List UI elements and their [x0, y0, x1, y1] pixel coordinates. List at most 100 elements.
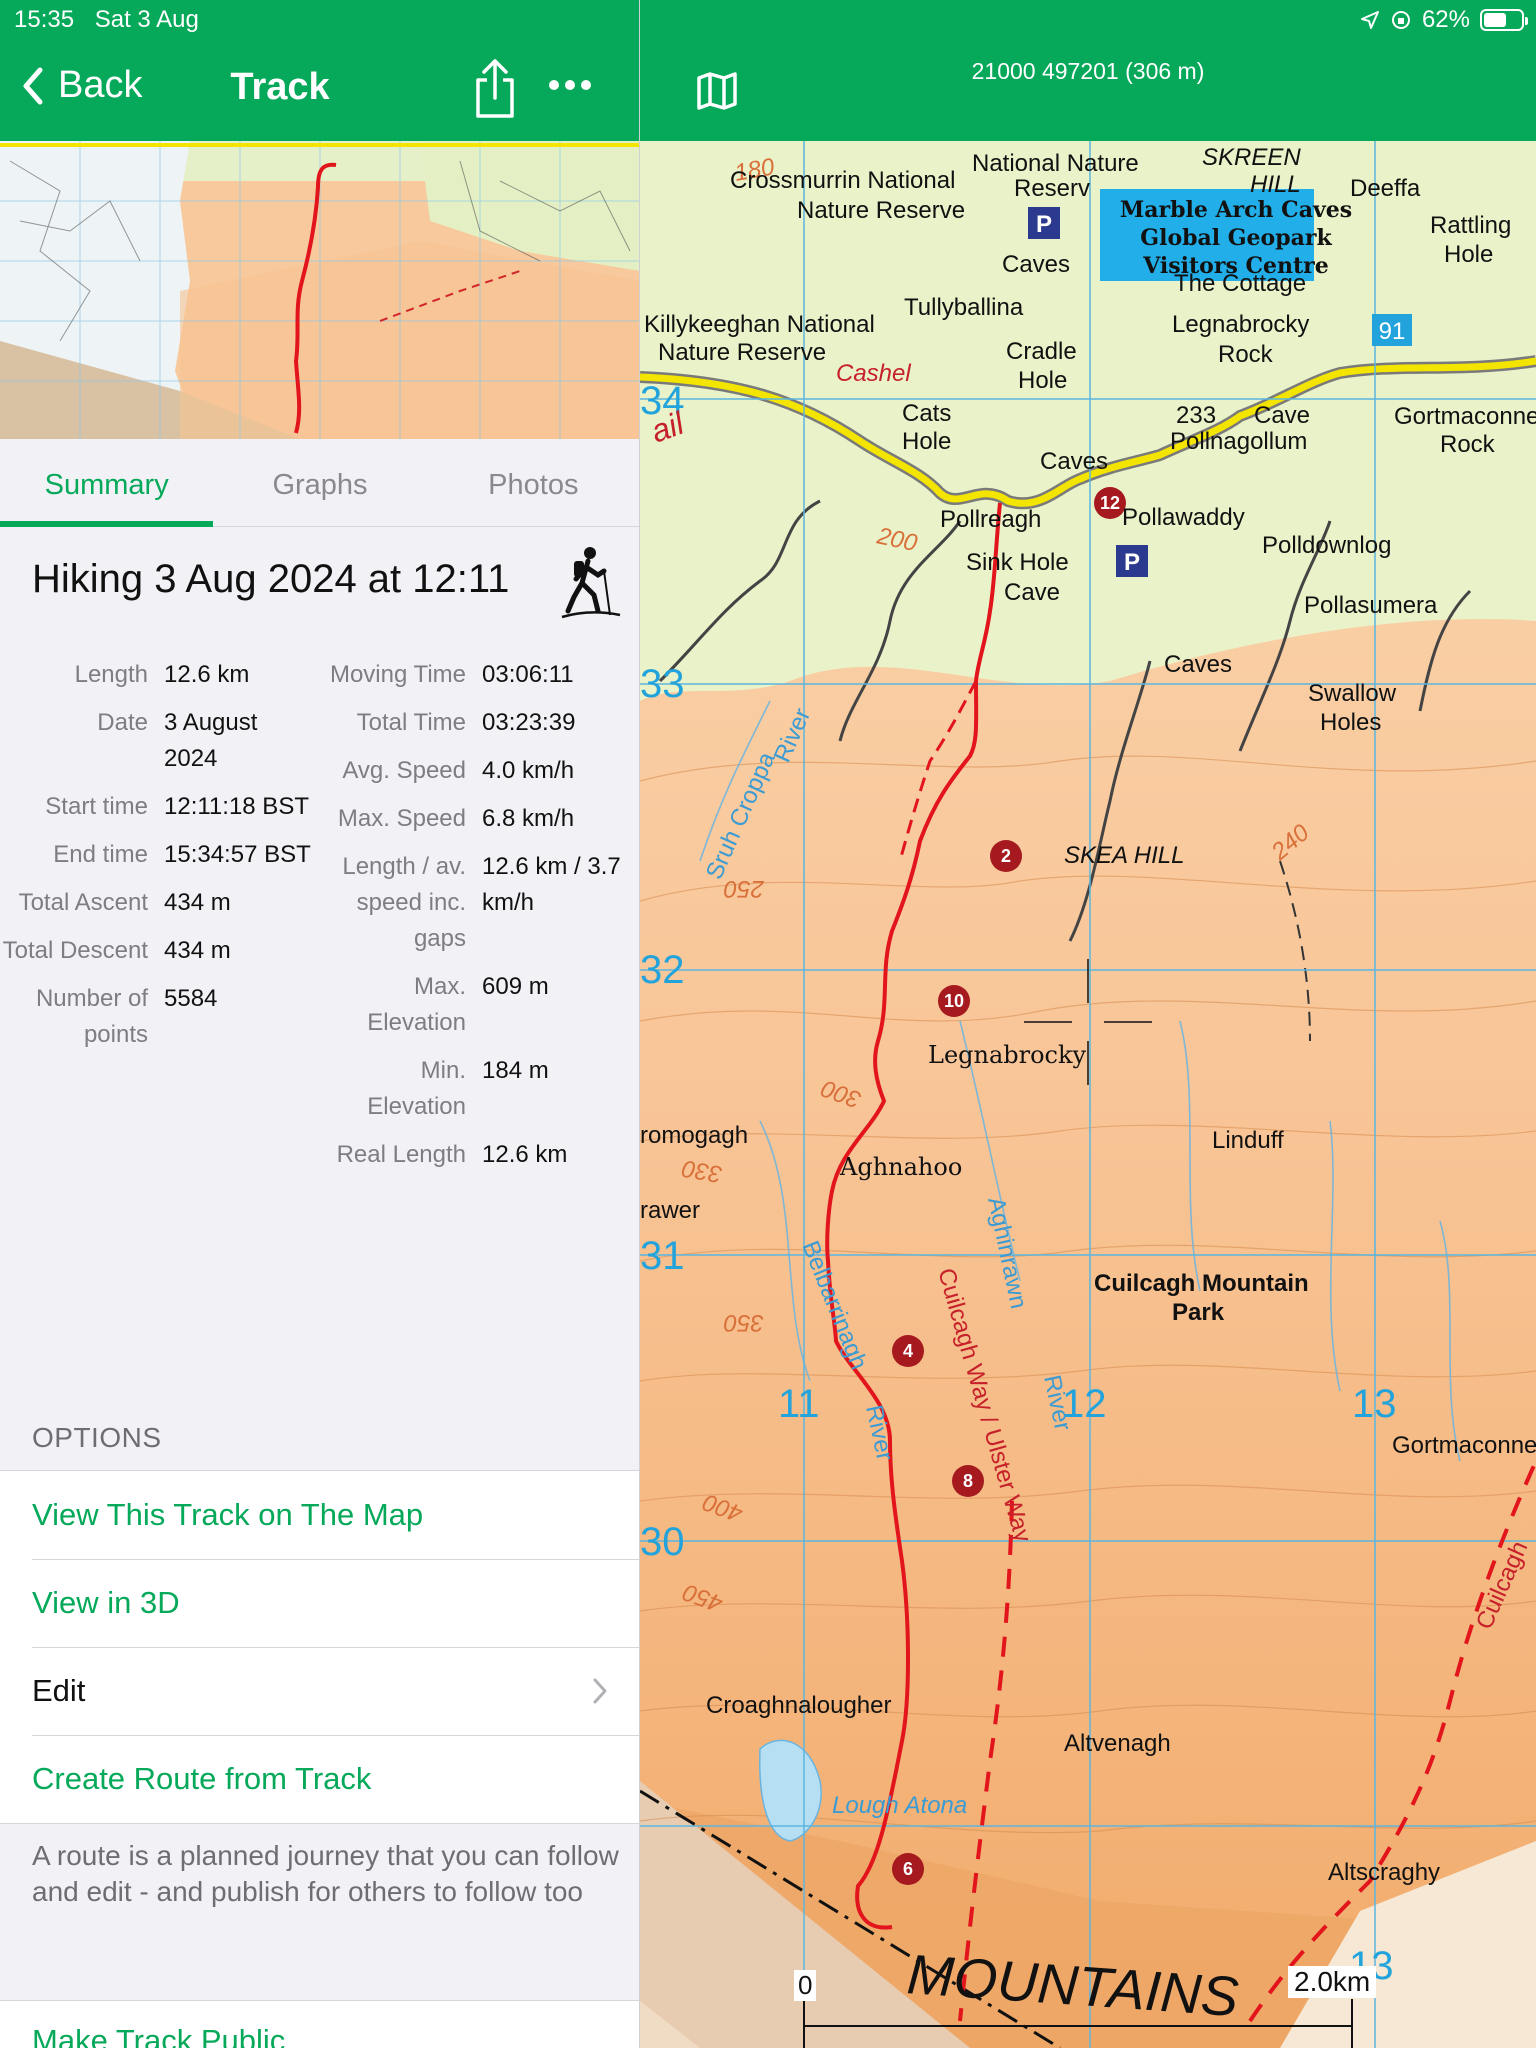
waypoint-marker[interactable]: 2	[990, 840, 1022, 872]
map-coordinates: 21000 497201 (306 m)	[971, 58, 1205, 84]
stat-label: Total Time	[356, 709, 466, 736]
tab-summary[interactable]: Summary	[0, 439, 214, 527]
stat-value: 434 m	[164, 889, 231, 916]
svg-text:Cats: Cats	[902, 400, 951, 427]
status-time: 15:35	[14, 6, 75, 33]
stat-value: 03:23:39	[482, 709, 576, 736]
stat-label: Date	[97, 709, 148, 736]
share-button[interactable]	[472, 58, 518, 125]
svg-text:Park: Park	[1172, 1299, 1225, 1326]
stat-row: Length / av. speed inc. gaps 12.6 km / 3.…	[320, 849, 639, 957]
stat-value: 03:06:11	[482, 661, 574, 688]
svg-text:Cave: Cave	[1254, 402, 1310, 429]
svg-text:Tullyballina: Tullyballina	[904, 294, 1024, 321]
battery-percent: 62%	[1421, 6, 1470, 33]
svg-text:33: 33	[640, 662, 685, 706]
track-title: Hiking 3 Aug 2024 at 12:11	[32, 557, 510, 601]
waypoint-marker[interactable]: 10	[938, 985, 970, 1017]
stat-label: Number of points	[35, 985, 148, 1048]
status-bar: 15:35 Sat 3 Aug 62%	[0, 0, 1536, 38]
tab-photos[interactable]: Photos	[427, 439, 639, 526]
svg-text:Altscraghy: Altscraghy	[1328, 1859, 1440, 1886]
svg-text:romogagh: romogagh	[640, 1122, 748, 1149]
parking-icon: P	[1116, 545, 1148, 577]
stat-row: Number of points 5584	[0, 981, 320, 1053]
svg-text:10: 10	[944, 991, 964, 1011]
svg-text:6: 6	[903, 1859, 913, 1879]
svg-text:Caves: Caves	[1164, 651, 1232, 678]
stat-row: Real Length 12.6 km	[320, 1137, 639, 1173]
svg-text:Caves: Caves	[1002, 251, 1070, 278]
svg-text:Reserv: Reserv	[1014, 175, 1090, 202]
svg-text:Polldownlog: Polldownlog	[1262, 532, 1391, 559]
back-label: Back	[58, 64, 143, 106]
svg-text:Pollreagh: Pollreagh	[940, 506, 1041, 533]
rotation-lock-icon	[1391, 11, 1410, 29]
svg-text:Legnabrocky: Legnabrocky	[928, 1041, 1087, 1069]
svg-text:Hole: Hole	[1018, 367, 1067, 394]
stat-row: End time 15:34:57 BST	[0, 837, 320, 873]
waypoint-marker[interactable]: 6	[892, 1853, 924, 1885]
svg-text:rawer: rawer	[640, 1197, 700, 1224]
make-track-public-row[interactable]: Make Track Public	[0, 2000, 639, 2048]
stat-value: 15:34:57 BST	[164, 841, 311, 868]
battery-icon	[1480, 9, 1528, 31]
stat-row: Max. Elevation 609 m	[320, 969, 639, 1041]
stat-label: Avg. Speed	[342, 757, 466, 784]
edit-label: Edit	[32, 1673, 86, 1708]
svg-text:Rattling: Rattling	[1430, 212, 1511, 239]
scale-end-label: 2.0km	[1288, 1966, 1377, 1998]
svg-text:Legnabrocky: Legnabrocky	[1172, 311, 1309, 338]
svg-text:Linduff: Linduff	[1212, 1127, 1284, 1154]
svg-text:4: 4	[903, 1341, 913, 1361]
svg-text:Cave: Cave	[1004, 579, 1060, 606]
stat-label: Total Ascent	[18, 889, 148, 916]
svg-text:Altvenagh: Altvenagh	[1064, 1730, 1171, 1757]
tab-graphs[interactable]: Graphs	[213, 439, 426, 526]
stat-row: Length 12.6 km	[0, 657, 320, 693]
stat-label: Moving Time	[329, 661, 466, 688]
svg-text:8: 8	[963, 1471, 973, 1491]
svg-text:32: 32	[640, 948, 685, 992]
track-detail-panel: Back Track Summary Graphs Photos Hiking …	[0, 0, 640, 2048]
svg-text:350: 350	[723, 1309, 764, 1336]
svg-text:The Cottage: The Cottage	[1174, 270, 1306, 297]
stat-label: Start time	[45, 793, 148, 820]
stat-value: 6.8 km/h	[482, 805, 575, 832]
parking-icon: P	[1028, 207, 1060, 239]
svg-text:Gortmaconnell: Gortmaconnell	[1392, 1432, 1536, 1459]
stat-label: Max. Elevation	[367, 973, 466, 1036]
svg-text:Cashel: Cashel	[836, 360, 911, 387]
stat-value: 3 August 2024	[164, 709, 258, 772]
stat-label: Max. Speed	[337, 805, 466, 832]
svg-text:Pollawaddy: Pollawaddy	[1122, 504, 1245, 531]
svg-text:Lough Atona: Lough Atona	[832, 1792, 967, 1819]
stat-value: 12.6 km	[164, 661, 250, 688]
stat-value: 4.0 km/h	[482, 757, 575, 784]
svg-text:Cradle: Cradle	[1006, 338, 1077, 365]
svg-text:250: 250	[723, 875, 765, 902]
view-in-3d-button[interactable]: View in 3D	[0, 1559, 639, 1647]
svg-text:Nature Reserve: Nature Reserve	[797, 197, 965, 224]
view-track-on-map-button[interactable]: View This Track on The Map	[0, 1471, 639, 1559]
stat-row: Total Ascent 434 m	[0, 885, 320, 921]
topographic-map[interactable]: 12 2 10 4 8 6 P P Marble Arch Caves Glob…	[640, 141, 1536, 2048]
back-button[interactable]: Back	[22, 64, 142, 107]
create-route-from-track-button[interactable]: Create Route from Track	[0, 1735, 639, 1823]
svg-text:HILL: HILL	[1250, 171, 1301, 198]
stat-row: Min. Elevation 184 m	[320, 1053, 639, 1125]
location-arrow-icon	[1360, 11, 1379, 29]
more-button[interactable]	[548, 78, 592, 96]
stat-value: 12.6 km	[482, 1141, 568, 1168]
waypoint-marker[interactable]: 8	[952, 1465, 984, 1497]
waypoint-marker[interactable]: 4	[892, 1335, 924, 1367]
svg-text:2: 2	[1001, 846, 1011, 866]
svg-text:P: P	[1036, 211, 1052, 238]
svg-text:31: 31	[640, 1234, 685, 1278]
edit-button[interactable]: Edit	[0, 1647, 639, 1735]
svg-text:Killykeeghan National: Killykeeghan National	[644, 311, 875, 338]
svg-text:Swallow: Swallow	[1308, 680, 1397, 707]
svg-text:Crossmurrin National: Crossmurrin National	[730, 167, 955, 194]
track-thumbnail-map[interactable]	[0, 141, 639, 439]
svg-text:233: 233	[1176, 402, 1216, 429]
